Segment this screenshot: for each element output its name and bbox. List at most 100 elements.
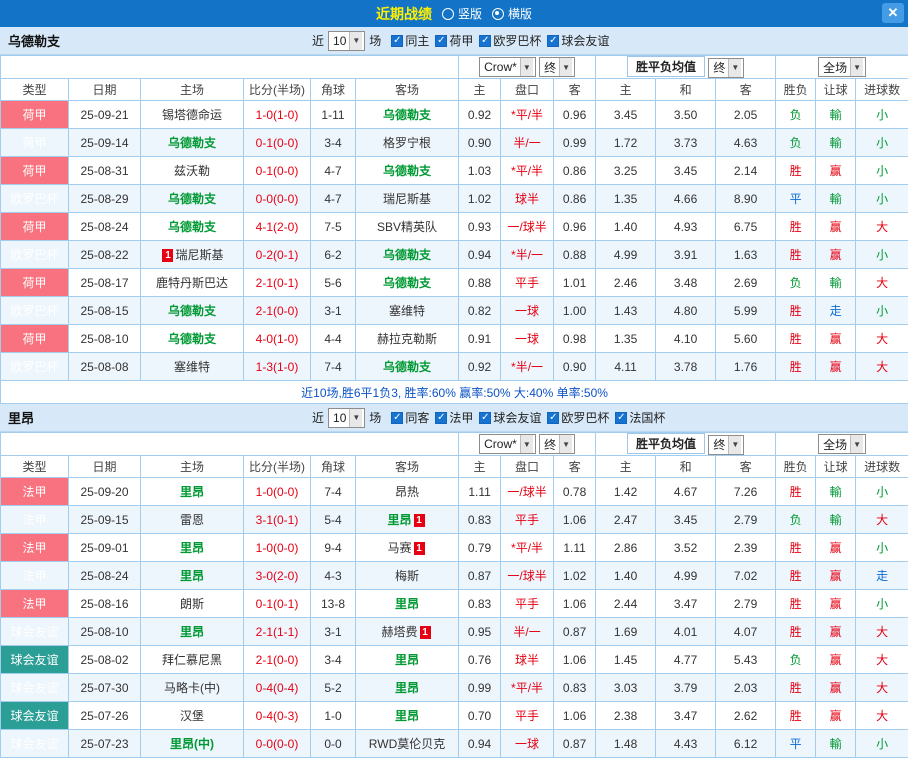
radio-checked-icon bbox=[492, 8, 504, 20]
date-cell: 25-08-22 bbox=[69, 241, 141, 269]
filter-checkbox[interactable]: ✓欧罗巴杯 bbox=[547, 409, 609, 426]
result-handicap-cell: 輸 bbox=[816, 730, 856, 758]
bookmaker-select[interactable]: Crow*▼ bbox=[479, 434, 536, 454]
euro-stage-select[interactable]: 终▼ bbox=[708, 58, 744, 78]
ah-line-cell: 平手 bbox=[501, 702, 554, 730]
euro-draw-odds-cell: 3.47 bbox=[656, 702, 716, 730]
filter-checkbox[interactable]: ✓球会友谊 bbox=[479, 409, 541, 426]
match-count-select[interactable]: 10▼ bbox=[328, 31, 365, 51]
score-cell: 0-0(0-0) bbox=[244, 730, 311, 758]
corner-cell: 7-4 bbox=[311, 353, 356, 381]
layout-horizontal-option[interactable]: 横版 bbox=[492, 5, 532, 22]
euro-draw-odds-cell: 3.52 bbox=[656, 534, 716, 562]
match-table-body: 法甲25-09-20里昂1-0(0-0)7-4昂热1.11一/球半0.781.4… bbox=[1, 478, 908, 758]
ah-home-odds-cell: 0.88 bbox=[459, 269, 501, 297]
filter-checkbox[interactable]: ✓法国杯 bbox=[615, 409, 665, 426]
date-cell: 25-09-21 bbox=[69, 101, 141, 129]
result-goals-cell: 小 bbox=[856, 101, 908, 129]
result-goals-cell: 大 bbox=[856, 325, 908, 353]
result-wdl-cell: 胜 bbox=[776, 213, 816, 241]
opponent-team-name: 赫塔费1 bbox=[382, 625, 433, 639]
euro-stage-select[interactable]: 终▼ bbox=[708, 435, 744, 455]
filter-checkbox-label: 法甲 bbox=[449, 409, 473, 426]
away-team-cell: 赫塔费1 bbox=[356, 618, 459, 646]
column-header-row: 类型日期主场比分(半场)角球客场主盘口客主和客胜负让球进球数 bbox=[1, 456, 908, 478]
column-header: 客 bbox=[716, 79, 776, 101]
result-handicap-cell: 赢 bbox=[816, 702, 856, 730]
chevron-down-icon: ▼ bbox=[559, 435, 572, 453]
scope-select[interactable]: 全场▼ bbox=[818, 434, 866, 454]
corner-cell: 4-4 bbox=[311, 325, 356, 353]
euro-away-odds-cell: 6.75 bbox=[716, 213, 776, 241]
euro-home-odds-cell: 4.11 bbox=[596, 353, 656, 381]
euro-home-odds-cell: 1.40 bbox=[596, 213, 656, 241]
column-header-row: 类型日期主场比分(半场)角球客场主盘口客主和客胜负让球进球数 bbox=[1, 79, 908, 101]
result-handicap-cell: 赢 bbox=[816, 590, 856, 618]
ah-line-cell: *平/半 bbox=[501, 101, 554, 129]
column-header: 胜负 bbox=[776, 79, 816, 101]
ah-home-odds-cell: 0.76 bbox=[459, 646, 501, 674]
home-team-cell: 雷恩 bbox=[141, 506, 244, 534]
team-section-lyon: 里昂 近 10▼ 场 ✓同客✓法甲✓球会友谊✓欧罗巴杯✓法国杯 Crow*▼ 终… bbox=[0, 404, 908, 758]
checkbox-icon: ✓ bbox=[391, 35, 403, 47]
section-team-name: 乌德勒支 bbox=[383, 108, 431, 122]
filter-checkbox[interactable]: ✓欧罗巴杯 bbox=[479, 32, 541, 49]
corner-cell: 7-4 bbox=[311, 478, 356, 506]
checkbox-icon: ✓ bbox=[435, 412, 447, 424]
filter-checkbox[interactable]: ✓荷甲 bbox=[435, 32, 473, 49]
result-goals-cell: 小 bbox=[856, 185, 908, 213]
scope-select[interactable]: 全场▼ bbox=[818, 57, 866, 77]
match-count-select[interactable]: 10▼ bbox=[328, 408, 365, 428]
date-cell: 25-09-20 bbox=[69, 478, 141, 506]
chevron-down-icon: ▼ bbox=[850, 435, 863, 453]
result-handicap-cell: 赢 bbox=[816, 562, 856, 590]
result-handicap-cell: 輸 bbox=[816, 185, 856, 213]
chevron-down-icon: ▼ bbox=[559, 58, 572, 76]
column-header: 日期 bbox=[69, 79, 141, 101]
ah-away-odds-cell: 0.87 bbox=[554, 730, 596, 758]
corner-cell: 7-5 bbox=[311, 213, 356, 241]
bookmaker-select[interactable]: Crow*▼ bbox=[479, 57, 536, 77]
filter-checkbox-label: 欧罗巴杯 bbox=[561, 409, 609, 426]
chevron-down-icon: ▼ bbox=[728, 59, 741, 77]
ah-home-odds-cell: 1.03 bbox=[459, 157, 501, 185]
column-header: 主 bbox=[596, 79, 656, 101]
result-wdl-cell: 负 bbox=[776, 269, 816, 297]
odds-stage-select[interactable]: 终▼ bbox=[539, 434, 575, 454]
match-row: 荷甲25-08-24乌德勒支4-1(2-0)7-5SBV精英队0.93一/球半0… bbox=[1, 213, 908, 241]
filter-checkbox[interactable]: ✓球会友谊 bbox=[547, 32, 609, 49]
date-cell: 25-07-23 bbox=[69, 730, 141, 758]
column-header: 让球 bbox=[816, 79, 856, 101]
column-header: 胜负 bbox=[776, 456, 816, 478]
close-button[interactable]: ✕ bbox=[882, 3, 904, 23]
corner-cell: 6-2 bbox=[311, 241, 356, 269]
opponent-team-name: SBV精英队 bbox=[377, 220, 437, 234]
red-card-badge: 1 bbox=[414, 542, 425, 555]
euro-home-odds-cell: 2.44 bbox=[596, 590, 656, 618]
result-wdl-cell: 胜 bbox=[776, 325, 816, 353]
corner-cell: 1-11 bbox=[311, 101, 356, 129]
corner-cell: 5-2 bbox=[311, 674, 356, 702]
date-cell: 25-09-15 bbox=[69, 506, 141, 534]
recent-matches-table: Crow*▼ 终▼ 胜平负均值 终▼ 全场▼ 类型日期主场比分(半场)角球客场主… bbox=[0, 432, 908, 758]
odds-stage-select[interactable]: 终▼ bbox=[539, 57, 575, 77]
euro-draw-odds-cell: 4.43 bbox=[656, 730, 716, 758]
opponent-team-name: 格罗宁根 bbox=[383, 136, 431, 150]
corner-cell: 3-4 bbox=[311, 129, 356, 157]
corner-cell: 4-3 bbox=[311, 562, 356, 590]
score-cell: 0-4(0-3) bbox=[244, 702, 311, 730]
filter-checkbox[interactable]: ✓法甲 bbox=[435, 409, 473, 426]
euro-draw-odds-cell: 3.50 bbox=[656, 101, 716, 129]
avg-odds-label: 胜平负均值 bbox=[627, 433, 705, 454]
home-team-cell: 兹沃勒 bbox=[141, 157, 244, 185]
result-wdl-cell: 胜 bbox=[776, 297, 816, 325]
match-row: 欧罗巴杯25-08-08塞维特1-3(1-0)7-4乌德勒支0.92*半/一0.… bbox=[1, 353, 908, 381]
filter-checkbox[interactable]: ✓同客 bbox=[391, 409, 429, 426]
layout-vertical-option[interactable]: 竖版 bbox=[442, 5, 482, 22]
filter-checkbox[interactable]: ✓同主 bbox=[391, 32, 429, 49]
euro-draw-odds-cell: 4.10 bbox=[656, 325, 716, 353]
ah-home-odds-cell: 0.95 bbox=[459, 618, 501, 646]
euro-draw-odds-cell: 4.66 bbox=[656, 185, 716, 213]
checkbox-icon: ✓ bbox=[391, 412, 403, 424]
result-wdl-cell: 胜 bbox=[776, 590, 816, 618]
